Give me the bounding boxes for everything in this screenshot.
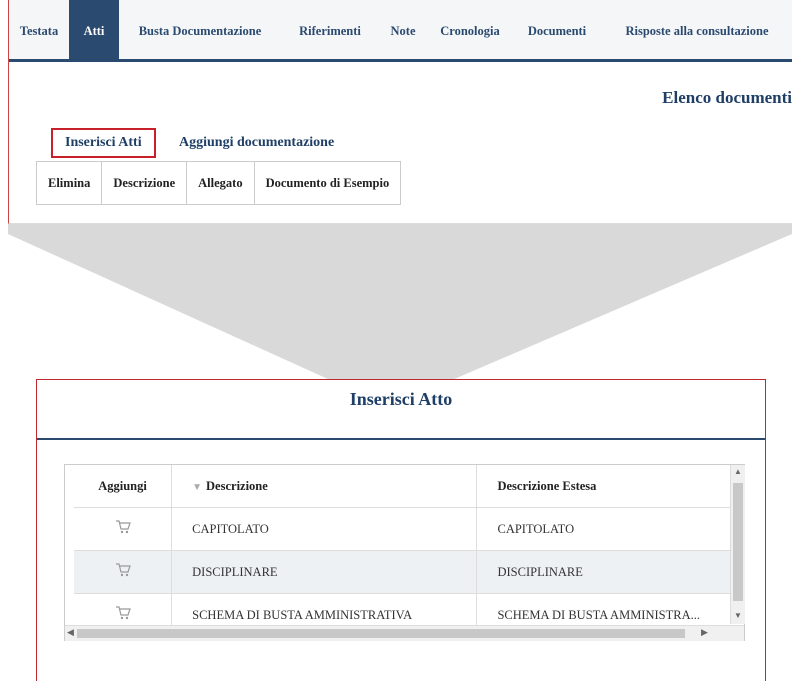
scroll-right-icon[interactable]: ▶ [701,627,708,638]
vertical-scroll-thumb[interactable] [733,483,743,601]
inserisci-atto-dialog: Inserisci Atto Aggiungi ▼ Descrizione Des… [36,379,766,681]
descrizione-estesa-cell: DISCIPLINARE [476,550,744,594]
table-header-row: Aggiungi ▼ Descrizione Descrizione Estesa [74,465,744,508]
scroll-down-icon[interactable]: ▼ [734,611,742,620]
column-header-documento-esempio[interactable]: Documento di Esempio [253,161,402,205]
descrizione-cell: DISCIPLINARE [171,550,478,594]
descrizione-estesa-cell: CAPITOLATO [476,507,744,551]
horizontal-scrollbar[interactable]: ◀ ▶ [65,625,744,641]
aggiungi-documentazione-button[interactable]: Aggiungi documentazione [179,128,334,158]
zoom-funnel [8,224,792,380]
add-cell [74,550,173,594]
documents-table: Elimina Descrizione Allegato Documento d… [35,161,402,205]
tab-riferimenti[interactable]: Riferimenti [281,0,379,59]
cart-icon[interactable] [115,520,131,534]
table-row: DISCIPLINARE DISCIPLINARE [74,550,744,594]
column-header-aggiungi[interactable]: Aggiungi [74,465,173,508]
column-header-descrizione-estesa[interactable]: Descrizione Estesa [476,465,744,508]
scroll-up-icon[interactable]: ▲ [734,467,742,476]
cart-icon[interactable] [115,606,131,620]
tab-testata[interactable]: Testata [9,0,69,59]
column-header-allegato[interactable]: Allegato [186,161,255,205]
tab-bar: Testata Atti Busta Documentazione Riferi… [9,0,792,62]
tab-note[interactable]: Note [379,0,427,59]
sort-descending-icon: ▼ [192,481,203,493]
inserisci-atti-button[interactable]: Inserisci Atti [51,128,156,158]
vertical-scrollbar[interactable]: ▲ ▼ [730,465,745,624]
descrizione-cell: CAPITOLATO [171,507,478,551]
tab-cronologia[interactable]: Cronologia [427,0,513,59]
horizontal-scroll-thumb[interactable] [77,629,685,638]
tab-busta-documentazione[interactable]: Busta Documentazione [119,0,281,59]
column-header-elimina[interactable]: Elimina [35,161,103,205]
column-header-descrizione[interactable]: ▼ Descrizione [171,465,478,508]
dialog-divider [37,438,765,440]
scroll-left-icon[interactable]: ◀ [67,627,74,638]
tab-atti[interactable]: Atti [69,0,119,59]
document-panel: Testata Atti Busta Documentazione Riferi… [8,0,792,224]
atti-grid: Aggiungi ▼ Descrizione Descrizione Estesa… [64,464,745,641]
tab-risposte-consultazione[interactable]: Risposte alla consultazione [601,0,792,59]
tab-documenti[interactable]: Documenti [513,0,601,59]
atti-table: Aggiungi ▼ Descrizione Descrizione Estesa… [74,465,744,637]
add-cell [74,507,173,551]
column-header-descrizione-label: Descrizione [206,478,268,493]
table-row: CAPITOLATO CAPITOLATO [74,507,744,551]
cart-icon[interactable] [115,563,131,577]
dialog-title: Inserisci Atto [349,389,453,409]
page-title: Elenco documenti [662,88,792,107]
column-header-descrizione[interactable]: Descrizione [101,161,188,205]
